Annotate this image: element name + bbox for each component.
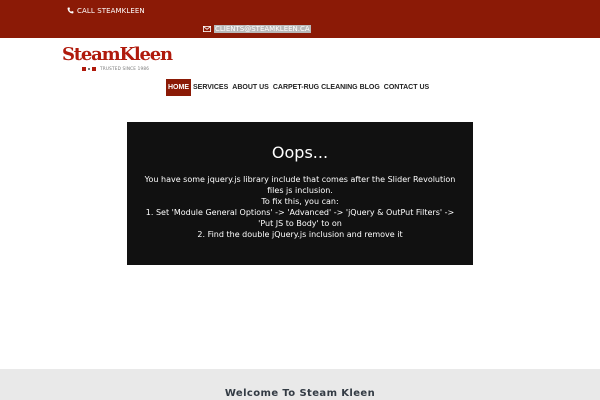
email-link[interactable]: CLIENTS@STEAMKLEEN.CA: [203, 24, 311, 34]
logo-square-mark: [92, 66, 96, 71]
call-link[interactable]: CALL STEAMKLEEN: [67, 5, 145, 16]
mail-icon: [203, 26, 211, 32]
nav-item-about-us[interactable]: ABOUT US: [230, 79, 271, 96]
logo-square-mark: [82, 66, 86, 71]
steamkleen-logo[interactable]: SteamKleen TRUSTED SINCE 1986: [62, 45, 182, 73]
top-contact-bar: CALL STEAMKLEEN CLIENTS@STEAMKLEEN.CA: [0, 0, 600, 38]
main-nav: HOME SERVICES ABOUT US CARPET-RUG CLEANI…: [166, 79, 431, 96]
logo-wordmark: SteamKleen: [62, 44, 173, 65]
logo-tagline-row: TRUSTED SINCE 1986: [82, 66, 149, 71]
nav-item-services[interactable]: SERVICES: [191, 79, 230, 96]
email-label: CLIENTS@STEAMKLEEN.CA: [214, 25, 311, 33]
error-line: You have some jquery.js library include …: [144, 175, 456, 195]
error-message: You have some jquery.js library include …: [137, 174, 463, 240]
error-line: 1. Set 'Module General Options' -> 'Adva…: [145, 208, 455, 228]
nav-item-home[interactable]: HOME: [166, 79, 191, 96]
phone-icon: [67, 7, 74, 14]
slider-error-box: Oops... You have some jquery.js library …: [127, 122, 473, 265]
logo-tagline: TRUSTED SINCE 1986: [100, 66, 150, 71]
welcome-heading: Welcome To Steam Kleen: [224, 388, 376, 399]
error-line: To fix this, you can:: [261, 197, 339, 206]
welcome-section: Welcome To Steam Kleen: [0, 369, 600, 400]
call-label: CALL STEAMKLEEN: [77, 6, 145, 15]
nav-item-blog[interactable]: CARPET-RUG CLEANING BLOG: [271, 79, 382, 96]
error-line: 2. Find the double jQuery.js inclusion a…: [197, 230, 403, 239]
logo-dot-mark: [88, 67, 90, 70]
error-title: Oops...: [271, 143, 329, 162]
nav-item-contact-us[interactable]: CONTACT US: [382, 79, 431, 96]
